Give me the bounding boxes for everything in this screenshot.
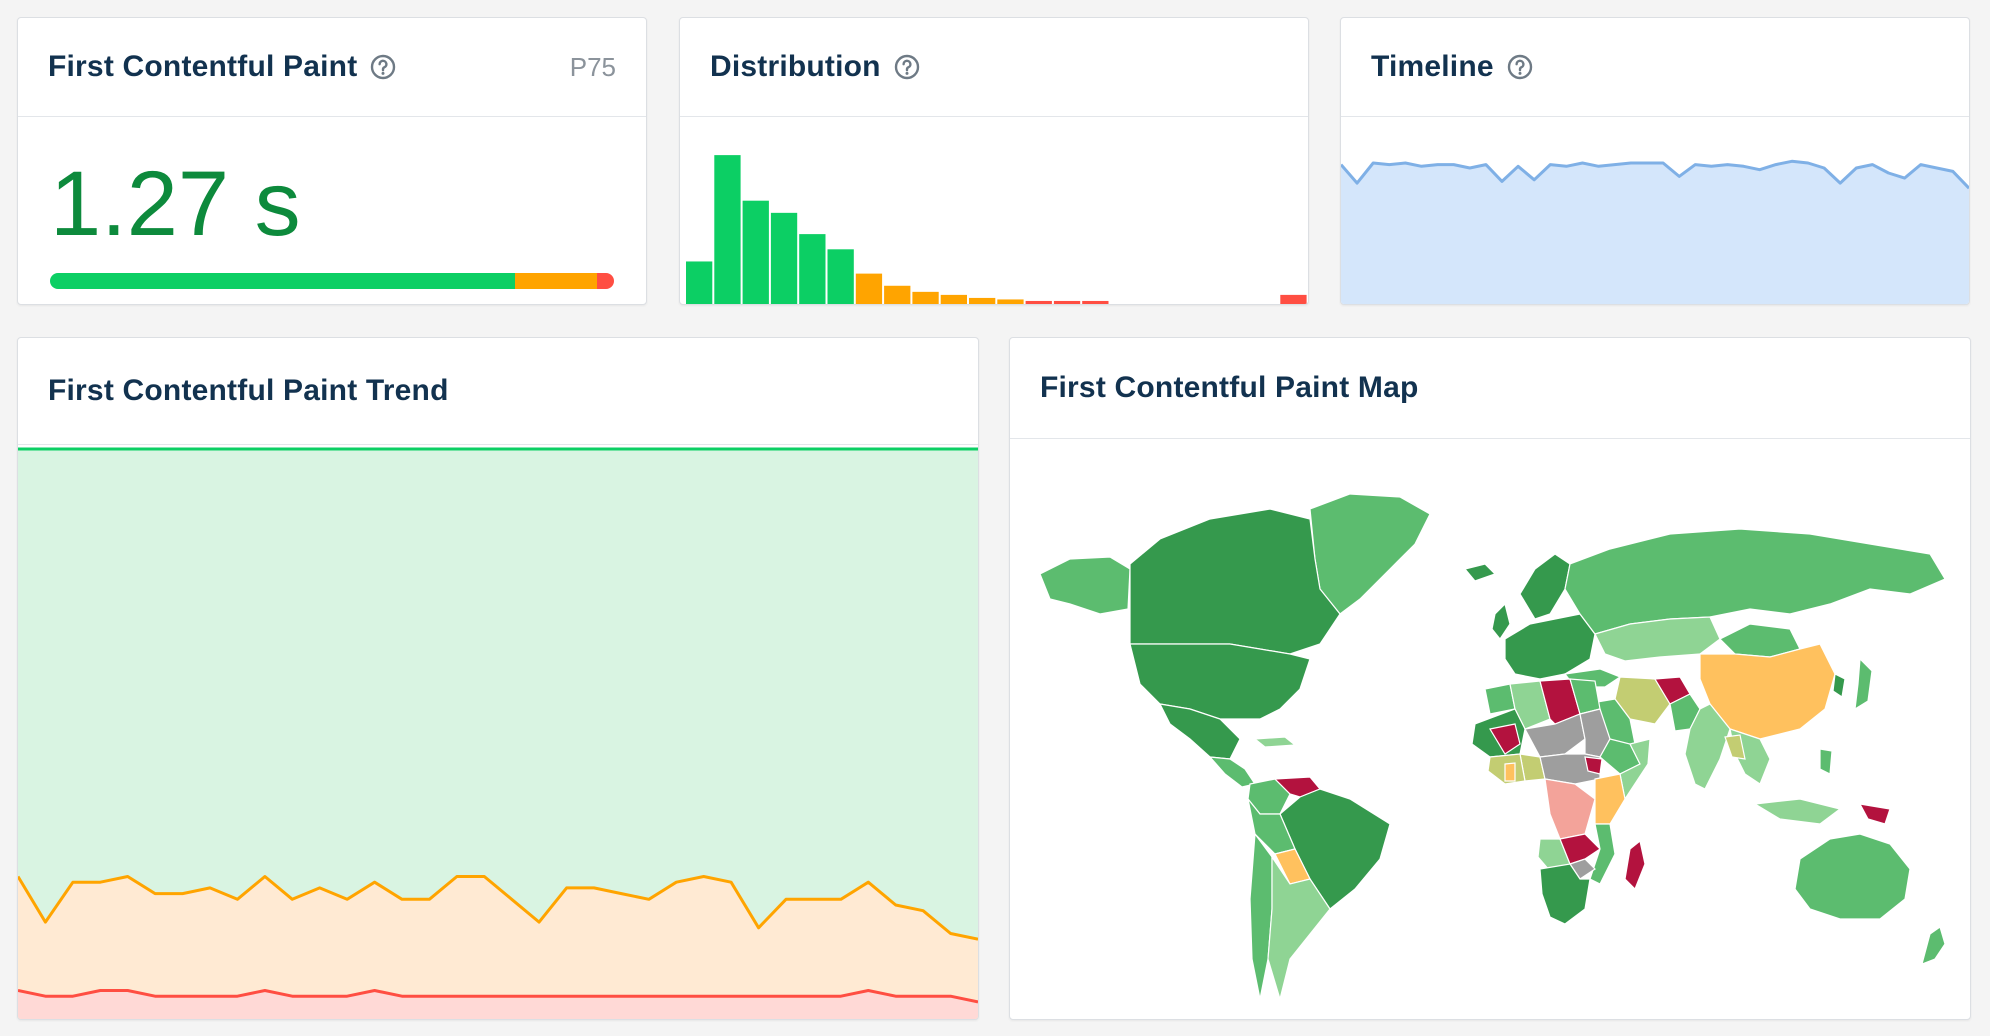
map-region-russia — [1564, 528, 1946, 635]
map-region-alaska — [1039, 556, 1131, 615]
trend-card: First Contentful Paint Trend — [17, 337, 979, 1020]
percentile-label: P75 — [569, 51, 616, 82]
split-segment-poor — [597, 273, 614, 289]
world-map-icon[interactable] — [1010, 439, 1970, 1019]
trend-chart — [18, 447, 978, 1019]
distribution-card: Distribution — [679, 17, 1309, 305]
map-region-usa — [1129, 643, 1311, 720]
distribution-bar — [827, 249, 854, 304]
map-region-png — [1858, 803, 1891, 825]
distribution-bar — [1025, 300, 1052, 304]
metric-value: 1.27 s — [50, 153, 301, 255]
timeline-card: Timeline — [1340, 17, 1970, 305]
distribution-bar — [1280, 294, 1307, 304]
map-region-philippines — [1819, 748, 1833, 775]
map-region-greenland — [1309, 493, 1431, 615]
metric-title: First Contentful Paint — [48, 50, 358, 83]
map-region-central-america — [1208, 756, 1256, 788]
distribution-bar — [855, 273, 883, 304]
distribution-bar — [969, 297, 996, 304]
distribution-chart — [686, 155, 1307, 304]
map-region-caribbean — [1253, 736, 1297, 748]
map-region-korea — [1832, 673, 1846, 699]
map-region-uk — [1491, 602, 1511, 641]
distribution-bar — [940, 294, 967, 304]
map-title: First Contentful Paint Map — [1040, 371, 1419, 404]
map-region-madagascar — [1624, 839, 1646, 891]
map-region-canada — [1129, 508, 1341, 655]
map-region-europe — [1504, 613, 1596, 680]
map-card-header: First Contentful Paint Map — [1010, 338, 1970, 439]
question-circle-icon[interactable] — [369, 53, 397, 81]
distribution-bar — [1053, 300, 1081, 304]
map-region-south-sudan — [1584, 756, 1603, 775]
distribution-bar — [884, 285, 911, 304]
map-region-mozambique — [1589, 823, 1616, 885]
metric-card: First Contentful Paint P75 1.27 s — [17, 17, 647, 305]
map-region-indonesia — [1753, 798, 1842, 825]
map-region-congo — [1544, 778, 1596, 840]
metric-card-header: First Contentful Paint P75 — [18, 18, 646, 117]
distribution-bar — [686, 261, 713, 304]
trend-card-header: First Contentful Paint Trend — [18, 338, 978, 445]
map-region-chile — [1249, 832, 1273, 1000]
timeline-title: Timeline — [1371, 50, 1494, 83]
map-card: First Contentful Paint Map — [1009, 337, 1971, 1020]
timeline-card-header: Timeline — [1341, 18, 1969, 117]
timeline-chart — [1341, 159, 1969, 304]
trend-title: First Contentful Paint Trend — [48, 374, 449, 407]
question-circle-icon[interactable] — [1506, 53, 1534, 81]
distribution-bar — [770, 212, 798, 304]
distribution-bar — [799, 234, 826, 304]
map-region-new-zealand — [1921, 926, 1946, 965]
distribution-bar — [714, 155, 741, 304]
map-region-ghana — [1504, 762, 1516, 782]
distribution-bar — [997, 299, 1024, 304]
timeline-area — [1341, 161, 1969, 304]
question-circle-icon[interactable] — [893, 53, 921, 81]
split-segment-good — [50, 273, 516, 289]
split-segment-needs-improvement — [515, 273, 598, 289]
good-split-bar — [50, 273, 614, 289]
map-region-scandinavia — [1519, 553, 1571, 620]
distribution-bar — [1082, 300, 1109, 304]
map-region-japan — [1854, 657, 1873, 711]
map-region-kenya-tanzania — [1594, 773, 1626, 825]
distribution-card-header: Distribution — [680, 18, 1308, 117]
map-region-australia — [1794, 833, 1911, 920]
map-region-iceland — [1463, 563, 1497, 582]
distribution-bar — [912, 291, 939, 304]
distribution-bar — [742, 200, 769, 304]
distribution-title: Distribution — [710, 50, 881, 83]
